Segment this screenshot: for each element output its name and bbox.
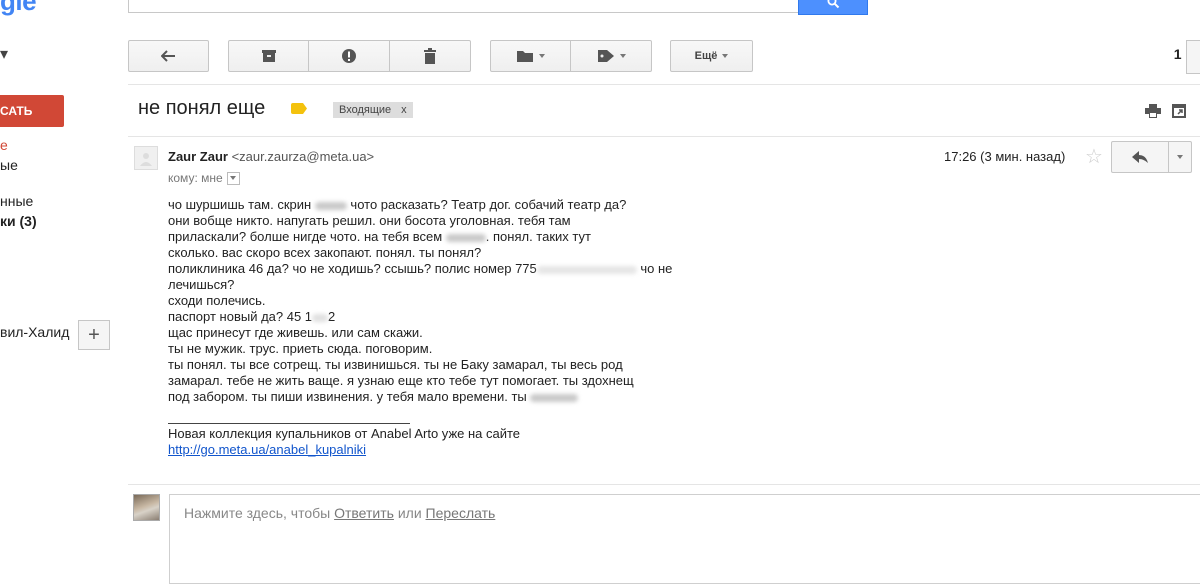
back-button[interactable]: [128, 40, 209, 72]
redacted-text: [445, 233, 486, 242]
chevron-down-icon[interactable]: [226, 171, 240, 185]
body-line: сходи полечись.: [168, 293, 266, 308]
body-line: поликлиника 46 да? чо не ходишь? ссышь? …: [168, 261, 673, 276]
folder-icon: [517, 51, 533, 62]
compose-button[interactable]: САТЬ: [0, 95, 64, 127]
message-body: чо шуршишь там. скрин чото расказать? Те…: [168, 197, 768, 405]
body-line: сколько. вас скоро всех закопают. понял.…: [168, 245, 482, 260]
new-window-icon[interactable]: [1171, 103, 1187, 124]
search-input[interactable]: [128, 0, 800, 13]
recipient-label: кому: мне: [168, 171, 223, 185]
hangout-contact-name[interactable]: вил-Халид: [0, 324, 69, 340]
label-chip-inbox[interactable]: Входящие x: [333, 102, 413, 118]
new-hangout-button[interactable]: +: [78, 320, 110, 350]
search-button[interactable]: [798, 0, 868, 15]
person-icon: [140, 153, 152, 166]
sender-name: Zaur Zaur: [168, 149, 228, 164]
subject-title: не понял еще: [138, 97, 266, 119]
body-line: приласкали? болше нигде чото. на тебя вс…: [168, 229, 591, 244]
chevron-down-icon: [1177, 155, 1183, 159]
body-line: чо шуршишь там. скрин чото расказать? Те…: [168, 197, 627, 212]
trash-icon: [424, 48, 436, 64]
body-line: ты понял. ты все сотрещ. ты извинишься. …: [168, 357, 623, 372]
redacted-text: [536, 265, 637, 274]
newer-button[interactable]: [1186, 40, 1200, 74]
reply-prompt-text: или: [393, 505, 426, 521]
reply-icon: [1132, 151, 1148, 163]
spam-icon: [342, 49, 356, 63]
body-line: щас принесут где живешь. или сам скажи.: [168, 325, 423, 340]
delete-button[interactable]: [390, 40, 471, 72]
divider: [128, 484, 1200, 485]
tag-icon: [597, 50, 614, 62]
body-line: под забором. ты пиши извинения. у тебя м…: [168, 389, 768, 405]
sidebar-item-inbox[interactable]: е: [0, 137, 8, 153]
chevron-down-icon: [539, 54, 545, 58]
user-avatar: [133, 494, 160, 521]
forward-link[interactable]: Переслать: [426, 505, 496, 521]
archive-button[interactable]: [228, 40, 309, 72]
labels-button[interactable]: [571, 40, 652, 72]
body-line: они вобще никто. напугать решил. они бос…: [168, 213, 571, 228]
sidebar-item-label: ки (3): [0, 213, 37, 229]
chevron-down-icon[interactable]: ▾: [0, 44, 8, 64]
label-chip-text: Входящие: [339, 104, 392, 116]
sidebar-item-starred[interactable]: ые: [0, 157, 18, 173]
message-timestamp: 17:26 (3 мин. назад): [944, 149, 1066, 164]
reply-prompt-text: Нажмите здесь, чтобы: [184, 505, 335, 521]
sidebar-item-label: нные: [0, 193, 34, 209]
body-line: ты не мужик. трус. приеть сюда. поговори…: [168, 341, 433, 356]
sidebar-item-label: е: [0, 137, 8, 153]
print-icon[interactable]: [1145, 104, 1161, 123]
sidebar-item-label: ые: [0, 157, 18, 173]
important-marker-icon[interactable]: [291, 103, 307, 114]
reply-more-button[interactable]: [1168, 141, 1192, 173]
reply-prompt[interactable]: Нажмите здесь, чтобы Ответить или Пересл…: [184, 505, 495, 521]
redacted-text: [312, 313, 329, 322]
reply-button[interactable]: [1111, 141, 1169, 173]
chevron-down-icon: [722, 54, 729, 58]
remove-label-icon[interactable]: x: [401, 104, 407, 116]
sender[interactable]: Zaur Zaur <zaur.zaurza@meta.ua>: [168, 149, 374, 164]
chevron-down-icon: [619, 54, 626, 58]
divider: [128, 136, 1200, 137]
sender-avatar[interactable]: [134, 146, 158, 170]
divider: [128, 84, 1200, 85]
body-line: замарал. тебе не жить ваще. я узнаю еще …: [168, 373, 634, 388]
body-line: лечишься?: [168, 277, 235, 292]
sender-email: <zaur.zaurza@meta.ua>: [231, 149, 375, 164]
more-button[interactable]: Ещё: [670, 40, 753, 72]
body-line: паспорт новый да? 45 12: [168, 309, 336, 324]
move-to-button[interactable]: [490, 40, 571, 72]
recipient-details[interactable]: кому: мне: [168, 171, 240, 185]
redacted-text: [314, 201, 347, 210]
sidebar-item-sent[interactable]: нные: [0, 193, 33, 209]
more-label: Ещё: [694, 50, 718, 62]
back-arrow-icon: [160, 50, 175, 62]
signature-divider: [168, 423, 410, 424]
report-spam-button[interactable]: [309, 40, 390, 72]
signature-text: Новая коллекция купальников от Anabel Ar…: [168, 426, 521, 441]
reply-link[interactable]: Ответить: [334, 505, 394, 521]
archive-icon: [261, 50, 276, 62]
sidebar-item-drafts[interactable]: ки (3): [0, 213, 37, 229]
star-icon[interactable]: ☆: [1085, 144, 1103, 169]
redacted-text: [530, 393, 579, 402]
signature-link[interactable]: http://go.meta.ua/anabel_kupalniki: [168, 442, 366, 457]
gmail-logo[interactable]: gle: [0, 0, 37, 17]
search-icon: [827, 0, 839, 9]
